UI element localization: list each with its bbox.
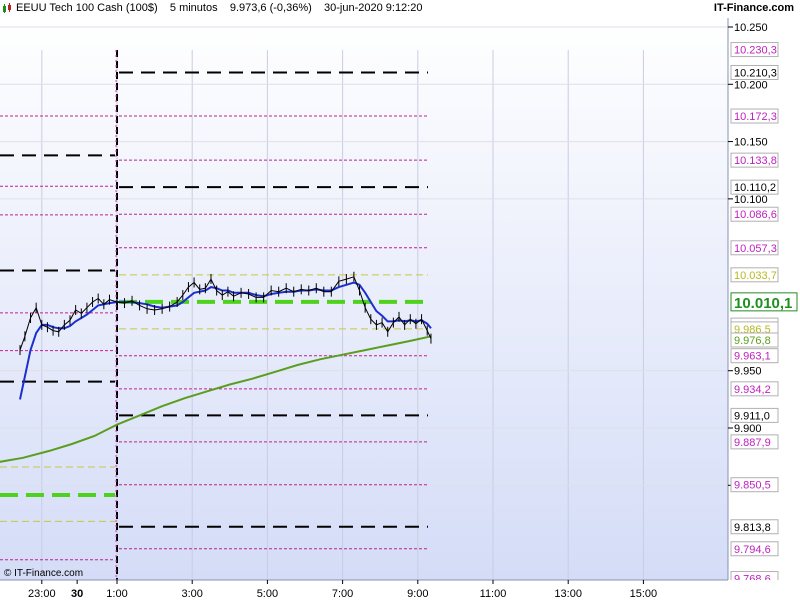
y-tick-label-0: 10.250 [734, 22, 768, 34]
level-label-6: 10.057,3 [734, 243, 777, 255]
level-label-16: 9.813,8 [734, 522, 771, 534]
x-tick-label-3: 3:00 [181, 588, 202, 600]
level-label-7: 10.033,7 [734, 270, 777, 282]
y-tick-label-5: 9.900 [734, 423, 762, 435]
y-tick-label-1: 10.200 [734, 79, 768, 91]
x-tick-label-6: 9:00 [407, 588, 428, 600]
x-tick-label-4: 5:00 [257, 588, 278, 600]
level-label-1: 10.210,3 [734, 67, 777, 79]
level-label-17: 9.794,6 [734, 544, 771, 556]
x-tick-label-5: 7:00 [332, 588, 353, 600]
x-tick-label-7: 11:00 [480, 588, 507, 600]
level-label-10: 9.976,8 [734, 335, 771, 347]
y-tick-label-4: 9.950 [734, 366, 762, 378]
level-label-13: 9.911,0 [734, 410, 770, 422]
copyright-text: © IT-Finance.com [4, 568, 84, 579]
y-tick-label-3: 10.100 [734, 194, 768, 206]
level-label-14: 9.887,9 [734, 437, 771, 449]
level-label-15: 9.850,5 [734, 480, 771, 492]
level-label-2: 10.172,3 [734, 111, 777, 123]
x-tick-label-8: 13:00 [554, 588, 582, 600]
level-label-5: 10.086,6 [734, 209, 777, 221]
x-tick-label-0: 23:00 [28, 588, 56, 600]
level-label-4: 10.110,2 [734, 182, 776, 194]
x-tick-label-2: 1:00 [106, 588, 127, 600]
level-label-12: 9.934,2 [734, 384, 771, 396]
price-chart[interactable]: 10.25010.20010.15010.1009.9509.9009.8501… [0, 0, 800, 600]
last-price-label: 10.010,1 [734, 295, 792, 312]
y-tick-label-2: 10.150 [734, 137, 768, 149]
level-label-11: 9.963,1 [734, 351, 771, 363]
x-tick-label-1: 30 [71, 588, 83, 600]
x-tick-label-9: 15:00 [630, 588, 658, 600]
level-label-0: 10.230,3 [734, 45, 777, 57]
level-label-3: 10.133,8 [734, 155, 777, 167]
